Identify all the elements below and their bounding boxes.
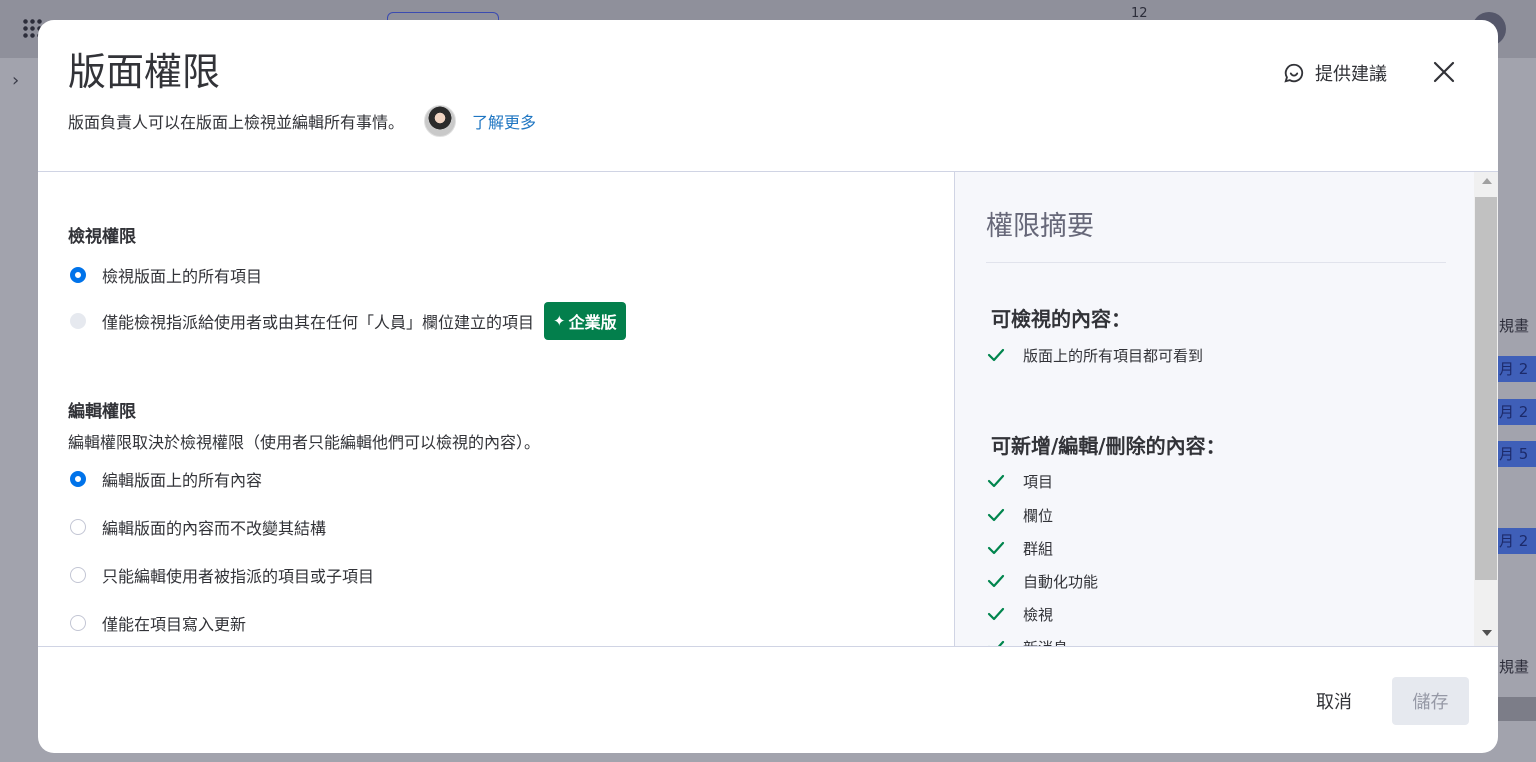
- view-option-all[interactable]: 檢視版面上的所有項目: [70, 260, 262, 290]
- list-item: 自動化功能: [987, 569, 1098, 593]
- scroll-up-arrow-icon[interactable]: [1482, 178, 1492, 184]
- check-icon: [987, 574, 1005, 588]
- chevron-right-icon: ›: [12, 70, 20, 91]
- radio-button-checked[interactable]: [70, 267, 86, 283]
- option-label: 編輯版面的內容而不改變其結構: [102, 519, 327, 538]
- subtitle-row: 版面負責人可以在版面上檢視並編輯所有事情。 了解更多: [68, 104, 536, 138]
- enterprise-badge-label: 企業版: [568, 313, 617, 332]
- background-bar: [1497, 697, 1536, 721]
- edit-option-all[interactable]: 編輯版面上的所有內容: [70, 464, 262, 494]
- option-label: 檢視版面上的所有項目: [102, 267, 263, 286]
- check-icon: [987, 508, 1005, 522]
- check-icon: [987, 541, 1005, 555]
- option-label: 僅能檢視指派給使用者或由其在任何「人員」欄位建立的項目: [102, 313, 535, 332]
- scroll-thumb[interactable]: [1475, 197, 1497, 580]
- feedback-label: 提供建議: [1315, 64, 1387, 85]
- background-label: 月 5: [1497, 441, 1536, 467]
- check-icon: [987, 607, 1005, 621]
- background-label: 月 2: [1497, 528, 1536, 554]
- scrollbar[interactable]: [1474, 172, 1498, 646]
- check-label: 群組: [1023, 539, 1054, 558]
- permissions-summary-panel: 權限摘要 可檢視的內容： 版面上的所有項目都可看到 可新增/編輯/刪除的內容： …: [954, 172, 1498, 646]
- background-label: 月 2: [1497, 356, 1536, 382]
- radio-button[interactable]: [70, 519, 86, 535]
- edit-permissions-title: 編輯權限: [68, 402, 136, 422]
- check-label: 項目: [1023, 472, 1054, 491]
- dialog-footer: 取消 儲存: [38, 646, 1498, 753]
- enterprise-badge[interactable]: ✦ 企業版: [544, 302, 626, 340]
- background-label: 月 2: [1497, 399, 1536, 425]
- view-option-assigned[interactable]: 僅能檢視指派給使用者或由其在任何「人員」欄位建立的項目 ✦ 企業版: [70, 302, 626, 340]
- save-button[interactable]: 儲存: [1392, 677, 1469, 725]
- check-icon: [987, 348, 1005, 362]
- radio-button[interactable]: [70, 567, 86, 583]
- edit-option-assigned[interactable]: 只能編輯使用者被指派的項目或子項目: [70, 560, 374, 590]
- scroll-down-arrow-icon[interactable]: [1482, 630, 1492, 636]
- list-item: 檢視: [987, 602, 1053, 626]
- feedback-button[interactable]: 提供建議: [1283, 60, 1387, 86]
- radio-button-checked[interactable]: [70, 471, 86, 487]
- radio-button-disabled: [70, 313, 86, 329]
- list-item: 群組: [987, 536, 1053, 560]
- close-icon[interactable]: [1430, 58, 1458, 86]
- check-icon: [987, 474, 1005, 488]
- option-label: 編輯版面上的所有內容: [102, 471, 263, 490]
- list-item: 版面上的所有項目都可看到: [987, 343, 1203, 367]
- check-label: 檢視: [1023, 605, 1054, 624]
- dialog-header: 版面權限 版面負責人可以在版面上檢視並編輯所有事情。 了解更多 提供建議: [38, 20, 1498, 172]
- summary-title: 權限摘要: [986, 211, 1094, 242]
- sparkle-icon: ✦: [553, 312, 566, 330]
- feedback-icon: [1284, 63, 1304, 83]
- view-permissions-title: 檢視權限: [68, 227, 136, 247]
- edit-option-content-only[interactable]: 編輯版面的內容而不改變其結構: [70, 512, 326, 542]
- radio-button[interactable]: [70, 615, 86, 631]
- check-label: 新消息: [1023, 637, 1068, 647]
- list-item: 新消息: [987, 635, 1068, 646]
- check-label: 自動化功能: [1023, 572, 1099, 591]
- option-label: 僅能在項目寫入更新: [102, 615, 247, 634]
- cancel-button[interactable]: 取消: [1300, 677, 1368, 725]
- learn-more-link[interactable]: 了解更多: [472, 109, 536, 133]
- check-label: 欄位: [1023, 506, 1054, 525]
- dialog-title: 版面權限: [68, 50, 221, 94]
- dialog-subtitle: 版面負責人可以在版面上檢視並編輯所有事情。: [68, 113, 405, 132]
- edit-option-updates-only[interactable]: 僅能在項目寫入更新: [70, 608, 246, 638]
- background-label: 規畫: [1499, 658, 1530, 676]
- edit-permissions-description: 編輯權限取決於檢視權限（使用者只能編輯他們可以檢視的內容）。: [68, 433, 541, 452]
- board-permissions-dialog: 版面權限 版面負責人可以在版面上檢視並編輯所有事情。 了解更多 提供建議 檢視權…: [38, 20, 1498, 753]
- background-number: 12: [1131, 6, 1148, 21]
- permissions-panel: 檢視權限 檢視版面上的所有項目 僅能檢視指派給使用者或由其在任何「人員」欄位建立…: [38, 172, 954, 646]
- avatar: [424, 105, 457, 137]
- editable-heading: 可新增/編輯/刪除的內容：: [991, 434, 1226, 458]
- check-label: 版面上的所有項目都可看到: [1023, 346, 1204, 365]
- divider: [986, 262, 1446, 263]
- list-item: 欄位: [987, 503, 1053, 527]
- viewable-heading: 可檢視的內容：: [991, 307, 1131, 331]
- option-label: 只能編輯使用者被指派的項目或子項目: [102, 567, 375, 586]
- background-label: 規畫: [1499, 317, 1530, 335]
- list-item: 項目: [987, 469, 1053, 493]
